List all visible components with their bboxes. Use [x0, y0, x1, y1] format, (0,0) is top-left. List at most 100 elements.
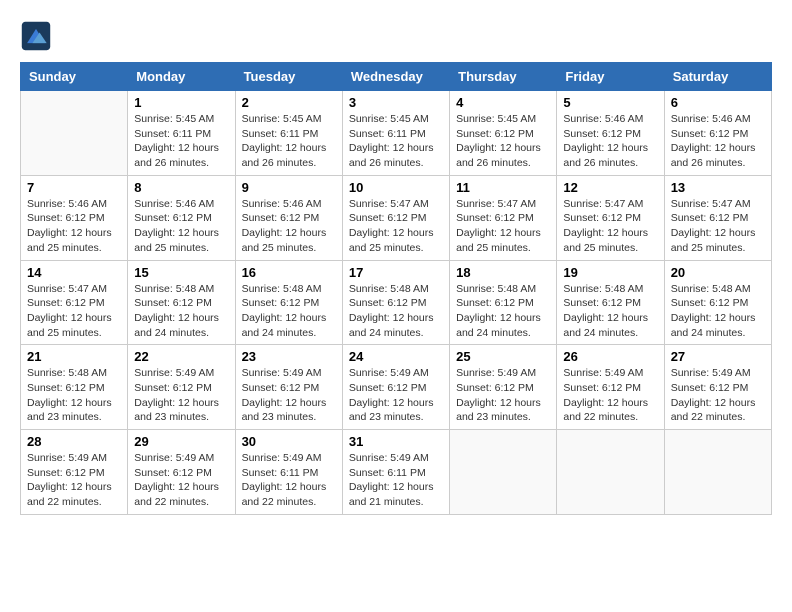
day-detail: Sunrise: 5:49 AMSunset: 6:12 PMDaylight:… — [563, 366, 657, 425]
calendar-cell: 2Sunrise: 5:45 AMSunset: 6:11 PMDaylight… — [235, 91, 342, 176]
day-number: 4 — [456, 95, 550, 110]
day-number: 25 — [456, 349, 550, 364]
weekday-monday: Monday — [128, 63, 235, 91]
day-number: 12 — [563, 180, 657, 195]
day-number: 23 — [242, 349, 336, 364]
day-detail: Sunrise: 5:49 AMSunset: 6:11 PMDaylight:… — [349, 451, 443, 510]
day-detail: Sunrise: 5:49 AMSunset: 6:12 PMDaylight:… — [134, 366, 228, 425]
calendar-cell: 18 Sunrise: 5:48 AMSunset: 6:12 PMDayligh… — [450, 260, 557, 345]
day-detail: Sunrise: 5:49 AMSunset: 6:12 PMDaylight:… — [242, 366, 336, 425]
day-number: 26 — [563, 349, 657, 364]
calendar-cell — [664, 430, 771, 515]
day-number: 18 — [456, 265, 550, 280]
week-row-5: 28 Sunrise: 5:49 AMSunset: 6:12 PMDayligh… — [21, 430, 772, 515]
day-detail: Sunrise: 5:47 AMSunset: 6:12 PMDaylight:… — [563, 197, 657, 256]
calendar-cell: 12 Sunrise: 5:47 AMSunset: 6:12 PMDayligh… — [557, 175, 664, 260]
calendar-cell: 27Sunrise: 5:49 AMSunset: 6:12 PMDayligh… — [664, 345, 771, 430]
day-number: 9 — [242, 180, 336, 195]
weekday-wednesday: Wednesday — [342, 63, 449, 91]
day-detail: Sunrise: 5:47 AMSunset: 6:12 PMDaylight:… — [27, 282, 121, 341]
day-detail: Sunrise: 5:45 AMSunset: 6:12 PMDaylight:… — [456, 112, 550, 171]
weekday-saturday: Saturday — [664, 63, 771, 91]
day-detail: Sunrise: 5:46 AMSunset: 6:12 PMDaylight:… — [671, 112, 765, 171]
page-header — [20, 20, 772, 52]
calendar-cell: 28 Sunrise: 5:49 AMSunset: 6:12 PMDayligh… — [21, 430, 128, 515]
calendar-cell: 14 Sunrise: 5:47 AMSunset: 6:12 PMDayligh… — [21, 260, 128, 345]
calendar-cell: 21 Sunrise: 5:48 AMSunset: 6:12 PMDayligh… — [21, 345, 128, 430]
calendar-cell: 6 Sunrise: 5:46 AMSunset: 6:12 PMDaylight… — [664, 91, 771, 176]
day-detail: Sunrise: 5:48 AMSunset: 6:12 PMDaylight:… — [563, 282, 657, 341]
week-row-3: 14 Sunrise: 5:47 AMSunset: 6:12 PMDayligh… — [21, 260, 772, 345]
day-number: 16 — [242, 265, 336, 280]
calendar-cell: 30 Sunrise: 5:49 AMSunset: 6:11 PMDayligh… — [235, 430, 342, 515]
day-detail: Sunrise: 5:49 AMSunset: 6:11 PMDaylight:… — [242, 451, 336, 510]
day-detail: Sunrise: 5:46 AMSunset: 6:12 PMDaylight:… — [134, 197, 228, 256]
day-number: 14 — [27, 265, 121, 280]
day-detail: Sunrise: 5:45 AMSunset: 6:11 PMDaylight:… — [242, 112, 336, 171]
week-row-4: 21 Sunrise: 5:48 AMSunset: 6:12 PMDayligh… — [21, 345, 772, 430]
day-detail: Sunrise: 5:49 AMSunset: 6:12 PMDaylight:… — [27, 451, 121, 510]
calendar-cell — [557, 430, 664, 515]
day-number: 28 — [27, 434, 121, 449]
day-detail: Sunrise: 5:48 AMSunset: 6:12 PMDaylight:… — [27, 366, 121, 425]
calendar-cell — [21, 91, 128, 176]
weekday-sunday: Sunday — [21, 63, 128, 91]
weekday-friday: Friday — [557, 63, 664, 91]
calendar-cell: 20 Sunrise: 5:48 AMSunset: 6:12 PMDayligh… — [664, 260, 771, 345]
day-detail: Sunrise: 5:45 AMSunset: 6:11 PMDaylight:… — [134, 112, 228, 171]
day-detail: Sunrise: 5:48 AMSunset: 6:12 PMDaylight:… — [349, 282, 443, 341]
day-detail: Sunrise: 5:47 AMSunset: 6:12 PMDaylight:… — [671, 197, 765, 256]
calendar-cell: 13 Sunrise: 5:47 AMSunset: 6:12 PMDayligh… — [664, 175, 771, 260]
day-number: 24 — [349, 349, 443, 364]
day-number: 21 — [27, 349, 121, 364]
calendar-body: 1 Sunrise: 5:45 AMSunset: 6:11 PMDaylight… — [21, 91, 772, 515]
day-detail: Sunrise: 5:48 AMSunset: 6:12 PMDaylight:… — [456, 282, 550, 341]
day-detail: Sunrise: 5:49 AMSunset: 6:12 PMDaylight:… — [456, 366, 550, 425]
calendar-cell: 24Sunrise: 5:49 AMSunset: 6:12 PMDayligh… — [342, 345, 449, 430]
logo-icon — [20, 20, 52, 52]
calendar-cell: 4 Sunrise: 5:45 AMSunset: 6:12 PMDaylight… — [450, 91, 557, 176]
calendar-cell: 5Sunrise: 5:46 AMSunset: 6:12 PMDaylight… — [557, 91, 664, 176]
day-number: 13 — [671, 180, 765, 195]
day-number: 7 — [27, 180, 121, 195]
weekday-header-row: SundayMondayTuesdayWednesdayThursdayFrid… — [21, 63, 772, 91]
calendar-cell: 22 Sunrise: 5:49 AMSunset: 6:12 PMDayligh… — [128, 345, 235, 430]
day-number: 10 — [349, 180, 443, 195]
calendar-table: SundayMondayTuesdayWednesdayThursdayFrid… — [20, 62, 772, 515]
calendar-cell: 8 Sunrise: 5:46 AMSunset: 6:12 PMDaylight… — [128, 175, 235, 260]
day-number: 11 — [456, 180, 550, 195]
day-number: 22 — [134, 349, 228, 364]
calendar-cell: 23 Sunrise: 5:49 AMSunset: 6:12 PMDayligh… — [235, 345, 342, 430]
week-row-2: 7 Sunrise: 5:46 AMSunset: 6:12 PMDaylight… — [21, 175, 772, 260]
day-detail: Sunrise: 5:47 AMSunset: 6:12 PMDaylight:… — [456, 197, 550, 256]
day-number: 29 — [134, 434, 228, 449]
day-number: 17 — [349, 265, 443, 280]
calendar-cell: 16Sunrise: 5:48 AMSunset: 6:12 PMDayligh… — [235, 260, 342, 345]
calendar-cell: 15Sunrise: 5:48 AMSunset: 6:12 PMDayligh… — [128, 260, 235, 345]
day-detail: Sunrise: 5:49 AMSunset: 6:12 PMDaylight:… — [671, 366, 765, 425]
calendar-cell: 17 Sunrise: 5:48 AMSunset: 6:12 PMDayligh… — [342, 260, 449, 345]
calendar-cell: 11 Sunrise: 5:47 AMSunset: 6:12 PMDayligh… — [450, 175, 557, 260]
day-detail: Sunrise: 5:45 AMSunset: 6:11 PMDaylight:… — [349, 112, 443, 171]
day-number: 30 — [242, 434, 336, 449]
day-detail: Sunrise: 5:48 AMSunset: 6:12 PMDaylight:… — [671, 282, 765, 341]
day-number: 1 — [134, 95, 228, 110]
calendar-cell — [450, 430, 557, 515]
calendar-cell: 10 Sunrise: 5:47 AMSunset: 6:12 PMDayligh… — [342, 175, 449, 260]
calendar-cell: 26 Sunrise: 5:49 AMSunset: 6:12 PMDayligh… — [557, 345, 664, 430]
day-detail: Sunrise: 5:47 AMSunset: 6:12 PMDaylight:… — [349, 197, 443, 256]
calendar-cell: 31 Sunrise: 5:49 AMSunset: 6:11 PMDayligh… — [342, 430, 449, 515]
weekday-tuesday: Tuesday — [235, 63, 342, 91]
day-number: 6 — [671, 95, 765, 110]
day-number: 3 — [349, 95, 443, 110]
day-number: 8 — [134, 180, 228, 195]
calendar-cell: 19Sunrise: 5:48 AMSunset: 6:12 PMDayligh… — [557, 260, 664, 345]
day-detail: Sunrise: 5:46 AMSunset: 6:12 PMDaylight:… — [242, 197, 336, 256]
calendar-cell: 1 Sunrise: 5:45 AMSunset: 6:11 PMDaylight… — [128, 91, 235, 176]
calendar-cell: 25 Sunrise: 5:49 AMSunset: 6:12 PMDayligh… — [450, 345, 557, 430]
calendar-cell: 7Sunrise: 5:46 AMSunset: 6:12 PMDaylight… — [21, 175, 128, 260]
day-number: 15 — [134, 265, 228, 280]
day-number: 31 — [349, 434, 443, 449]
day-number: 20 — [671, 265, 765, 280]
day-number: 5 — [563, 95, 657, 110]
